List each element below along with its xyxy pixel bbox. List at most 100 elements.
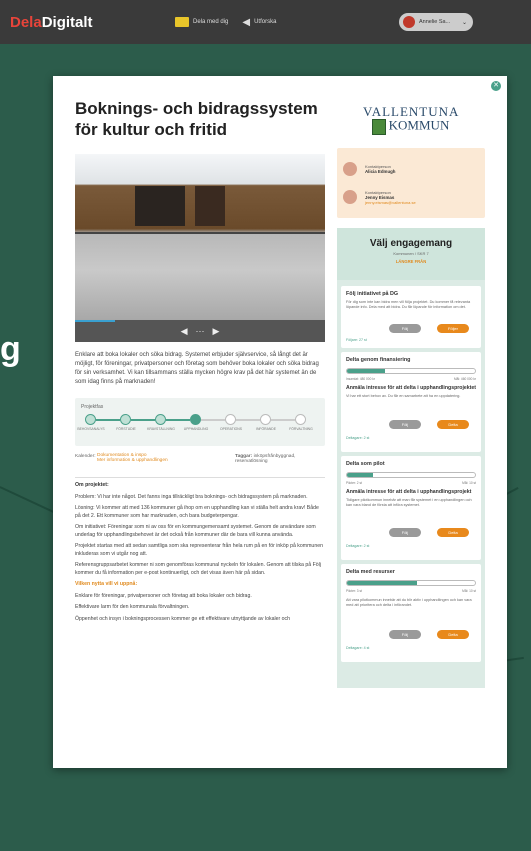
divider [75,477,325,478]
page-title: Boknings- och bidragssystem för kultur o… [75,99,318,139]
pilot-progress [346,472,476,478]
card-text: Att vara pilotkommun innebär att du blir… [346,598,472,607]
nav-share-label: Dela med dig [193,19,229,25]
phase-stepper: BEHOVSANALYS FÖRSTUDIE KRAVSTÄLLNING UPPHAN… [77,414,317,434]
step-connector [271,419,295,421]
photo-door [195,186,225,226]
solution-text: Lösning: Vi kommer att med 136 kommuner … [75,505,319,519]
photo-rail [75,232,325,234]
progress-fill [347,369,386,373]
participant-count: Deltagare: 4 st [346,646,370,650]
participant-count: Deltagare: 2 st [346,544,370,548]
contact-row: Kontaktperson Alicia Edmugh [343,158,479,180]
progress-left: Piloter: 2 st [346,481,362,485]
join-button[interactable]: Delta [437,630,469,639]
play-icon[interactable]: ▶ [213,326,220,337]
logo-line-2: KOMMUN [388,117,450,133]
progress-right: Mål: 460 000 kr [454,377,476,381]
info-link[interactable]: Mer information & upphandlingen [97,458,168,463]
problem-text: Problem: Vi har inte något. Det fanns in… [75,493,308,500]
step-label: FÖRVALTNING [289,427,313,431]
card-subtitle: Anmäla intresse för att delta i upphandl… [346,385,476,391]
follow-button[interactable]: Följ [389,420,421,429]
contact-email[interactable]: jenny.eismas@vallentuna.se [365,200,416,205]
step-connector [201,419,225,421]
step-dot [295,414,306,425]
user-name: Annelie Sa... [419,19,451,25]
meta-label: Kalender: [75,454,96,459]
step-connector [236,419,260,421]
step-dot [225,414,236,425]
project-phase-box: Projektfas BEHOVSANALYS FÖRSTUDIE KRAVSTÄL… [75,398,325,446]
project-video[interactable] [75,154,325,320]
avatar [403,16,415,28]
step-dot [120,414,131,425]
more-icon[interactable]: ··· [196,326,205,336]
join-button[interactable]: Delta [437,528,469,537]
contact-name: Alicia Edmugh [365,169,396,174]
about-title: Om projektet: [75,482,109,488]
goals-title: Vilken nytta vill vi uppnå: [75,581,138,587]
progress-fill [347,473,373,477]
paragraph: Projektet startas med att sedan samtliga… [75,543,323,557]
contact-name: Jenny Eismas [365,194,395,200]
finance-card: Delta genom finansiering Insamlat: 480 0… [341,352,481,452]
avatar [343,162,357,176]
follow-button[interactable]: Följ [389,630,421,639]
card-title: Delta genom finansiering [346,357,411,363]
nav-explore-label: Utforska [254,19,277,25]
step-dot [85,414,96,425]
contact-box: Kontaktperson Alicia Edmugh Kontaktperson… [337,148,485,218]
logo-part-a: Dela [10,13,42,31]
engagement-title: Välj engagemang [369,238,453,249]
municipality-logo: VALLENTUNA KOMMUN [363,105,458,135]
follow-button[interactable]: Följ [389,324,421,333]
join-button[interactable]: Delta [437,420,469,429]
crest-icon [371,119,386,135]
about-section: Om projektet: Problem: Vi har inte något… [75,482,325,627]
background-text: g [0,330,21,368]
intro-text: Enklare att boka lokaler och söka bidrag… [75,352,319,385]
close-icon[interactable]: ✕ [491,81,501,91]
following-button[interactable]: Följer [437,324,469,333]
progress-left: Insamlat: 480 000 kr [346,377,375,381]
step-connector [96,419,120,421]
photo-door [135,186,185,226]
progress-left: Piloter: 3 st [346,589,362,593]
pilot-card: Delta som pilot Piloter: 2 st Mål: 10 st… [341,456,481,560]
funding-progress [346,368,476,374]
progress-fill [347,581,418,585]
initiative-text: Om initiativet: Föreningar som ni av oss… [75,524,316,538]
avatar [343,190,357,204]
phase-label: Projektfas [81,404,104,410]
step-label: INFÖRANDE [256,427,276,431]
resources-progress [346,580,476,586]
engagement-link[interactable]: LÄNGRE FRÅN [337,259,485,264]
project-modal: ✕ Boknings- och bidragssystem för kultur… [53,76,507,768]
app-logo[interactable]: DelaDigitalt [0,14,105,31]
resources-card: Delta med resurser Piloter: 3 st Mål: 10… [341,564,481,662]
card-title: Delta med resurser [346,569,395,575]
step-dot [260,414,271,425]
engagement-sub: Kommunen / SKR 7 [393,251,429,256]
video-progress[interactable] [75,320,115,322]
engagement-header: Välj engagemang Kommunen / SKR 7 LÄNGRE … [337,228,485,280]
chevron-down-icon: ⌄ [461,19,467,26]
follow-button[interactable]: Följ [389,528,421,537]
goal-item: Öppenhet och insyn i bokningsprocessen k… [75,615,291,622]
progress-right: Mål: 10 st [462,589,476,593]
contact-row: Kontaktperson Jenny Eismas jenny.eismas@va… [343,186,479,208]
megaphone-icon: ◀ [242,17,251,28]
flag-icon [175,17,189,27]
prev-icon[interactable]: ◀ [181,326,188,337]
paragraph: Referensgruppsarbetet kommer ni som geno… [75,562,321,576]
user-menu[interactable]: Annelie Sa... ⌄ [399,13,473,31]
top-bar: DelaDigitalt Dela med dig ◀ Utforska Anne… [0,0,531,44]
step-dot [155,414,166,425]
card-text: Vi har ett stort behov av. Du får en sam… [346,394,461,398]
nav-share[interactable]: Dela med dig [175,17,228,27]
card-title: Följ initiativet på DG [346,291,399,297]
nav-explore[interactable]: ◀ Utforska [242,17,277,28]
step-label: BEHOVSANALYS [77,427,105,431]
step-connector [131,419,155,421]
